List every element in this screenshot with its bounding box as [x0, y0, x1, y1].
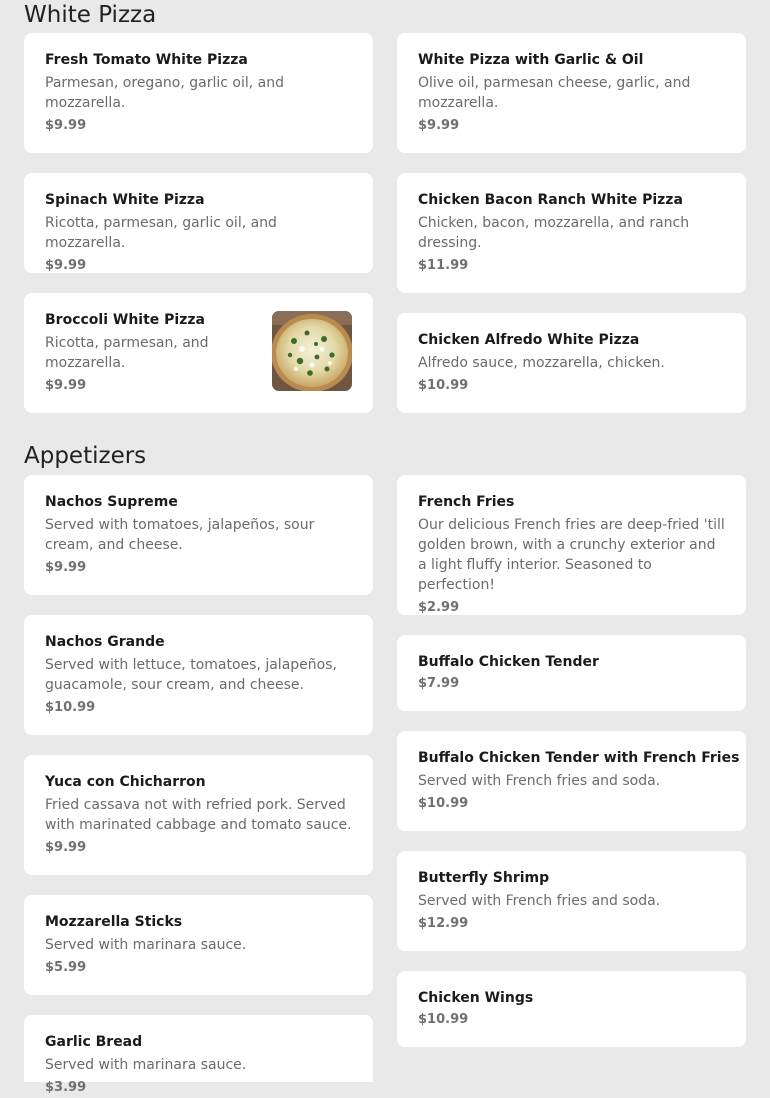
item-name: Butterfly Shrimp — [418, 870, 550, 886]
item-description: Served with marinara sauce. — [45, 1057, 247, 1073]
menu-item-chicken-bacon-ranch-white-pizza[interactable]: Chicken Bacon Ranch White Pizza Chicken,… — [397, 173, 746, 293]
item-price: $12.99 — [418, 916, 469, 931]
item-price: $2.99 — [418, 600, 460, 615]
item-price: $9.99 — [418, 118, 460, 133]
item-description: Our delicious French fries are deep-frie… — [418, 517, 725, 593]
item-price: $5.99 — [45, 960, 87, 975]
item-name: Spinach White Pizza — [45, 192, 205, 208]
item-description: Fried cassava not with refried pork. Ser… — [45, 797, 352, 833]
item-name: Garlic Bread — [45, 1034, 143, 1050]
menu-item-yuca-con-chicharron[interactable]: Yuca con Chicharron Fried cassava not wi… — [24, 755, 373, 875]
item-name: Fresh Tomato White Pizza — [45, 52, 248, 68]
item-name: Buffalo Chicken Tender — [418, 654, 599, 670]
item-name: Mozzarella Sticks — [45, 914, 183, 930]
item-description: Olive oil, parmesan cheese, garlic, and … — [418, 75, 691, 111]
menu-item-nachos-grande[interactable]: Nachos Grande Served with lettuce, tomat… — [24, 615, 373, 735]
item-description: Chicken, bacon, mozzarella, and ranch dr… — [418, 215, 690, 251]
item-name: Buffalo Chicken Tender with French Fries — [418, 750, 740, 766]
item-price: $9.99 — [45, 118, 87, 133]
item-name: White Pizza with Garlic & Oil — [418, 52, 644, 68]
menu-item-spinach-white-pizza[interactable]: Spinach White Pizza Ricotta, parmesan, g… — [24, 173, 373, 273]
item-description: Served with marinara sauce. — [45, 937, 247, 953]
item-description: Served with French fries and soda. — [418, 773, 661, 789]
menu-item-white-pizza-garlic-oil[interactable]: White Pizza with Garlic & Oil Olive oil,… — [397, 33, 746, 153]
menu-item-mozzarella-sticks[interactable]: Mozzarella Sticks Served with marinara s… — [24, 895, 373, 995]
menu-item-garlic-bread[interactable]: Garlic Bread Served with marinara sauce.… — [24, 1015, 373, 1095]
item-name: Chicken Wings — [418, 990, 534, 1006]
item-price: $9.99 — [45, 378, 87, 393]
item-description: Served with tomatoes, jalapeños, sour cr… — [45, 517, 315, 553]
item-price: $10.99 — [45, 700, 96, 715]
menu-item-broccoli-white-pizza[interactable]: Broccoli White Pizza Ricotta, parmesan, … — [24, 293, 373, 413]
item-name: Nachos Grande — [45, 634, 165, 650]
item-price: $3.99 — [45, 1080, 87, 1095]
item-name: Broccoli White Pizza — [45, 312, 205, 328]
menu-item-nachos-supreme[interactable]: Nachos Supreme Served with tomatoes, jal… — [24, 475, 373, 595]
item-price: $9.99 — [45, 560, 87, 575]
item-price: $9.99 — [45, 258, 87, 273]
menu-item-french-fries[interactable]: French Fries Our delicious French fries … — [397, 475, 746, 615]
item-price: $10.99 — [418, 1012, 469, 1027]
menu-item-chicken-wings[interactable]: Chicken Wings $10.99 — [397, 971, 746, 1047]
menu-item-butterfly-shrimp[interactable]: Butterfly Shrimp Served with French frie… — [397, 851, 746, 951]
menu-item-buffalo-chicken-tender[interactable]: Buffalo Chicken Tender $7.99 — [397, 635, 746, 711]
item-description: Ricotta, parmesan, garlic oil, and mozza… — [45, 215, 277, 251]
menu-item-chicken-alfredo-white-pizza[interactable]: Chicken Alfredo White Pizza Alfredo sauc… — [397, 313, 746, 413]
item-price: $9.99 — [45, 840, 87, 855]
item-description: Ricotta, parmesan, and mozzarella. — [45, 335, 209, 371]
item-price: $10.99 — [418, 378, 469, 393]
item-price: $10.99 — [418, 796, 469, 811]
pizza-photo[interactable] — [272, 311, 352, 391]
item-description: Served with French fries and soda. — [418, 893, 661, 909]
item-price: $11.99 — [418, 258, 469, 273]
item-description: Served with lettuce, tomatoes, jalapeños… — [45, 657, 337, 693]
item-description: Parmesan, oregano, garlic oil, and mozza… — [45, 75, 284, 111]
section-title-white-pizza: White Pizza — [24, 2, 157, 28]
item-name: Chicken Bacon Ranch White Pizza — [418, 192, 683, 208]
menu-item-buffalo-chicken-tender-fries[interactable]: Buffalo Chicken Tender with French Fries… — [397, 731, 746, 831]
item-name: Yuca con Chicharron — [45, 774, 206, 790]
section-title-appetizers: Appetizers — [24, 443, 147, 469]
item-name: Chicken Alfredo White Pizza — [418, 332, 640, 348]
item-name: Nachos Supreme — [45, 494, 178, 510]
item-description: Alfredo sauce, mozzarella, chicken. — [418, 355, 665, 371]
menu-item-fresh-tomato-white-pizza[interactable]: Fresh Tomato White Pizza Parmesan, orega… — [24, 33, 373, 153]
item-price: $7.99 — [418, 676, 460, 691]
item-name: French Fries — [418, 494, 515, 510]
